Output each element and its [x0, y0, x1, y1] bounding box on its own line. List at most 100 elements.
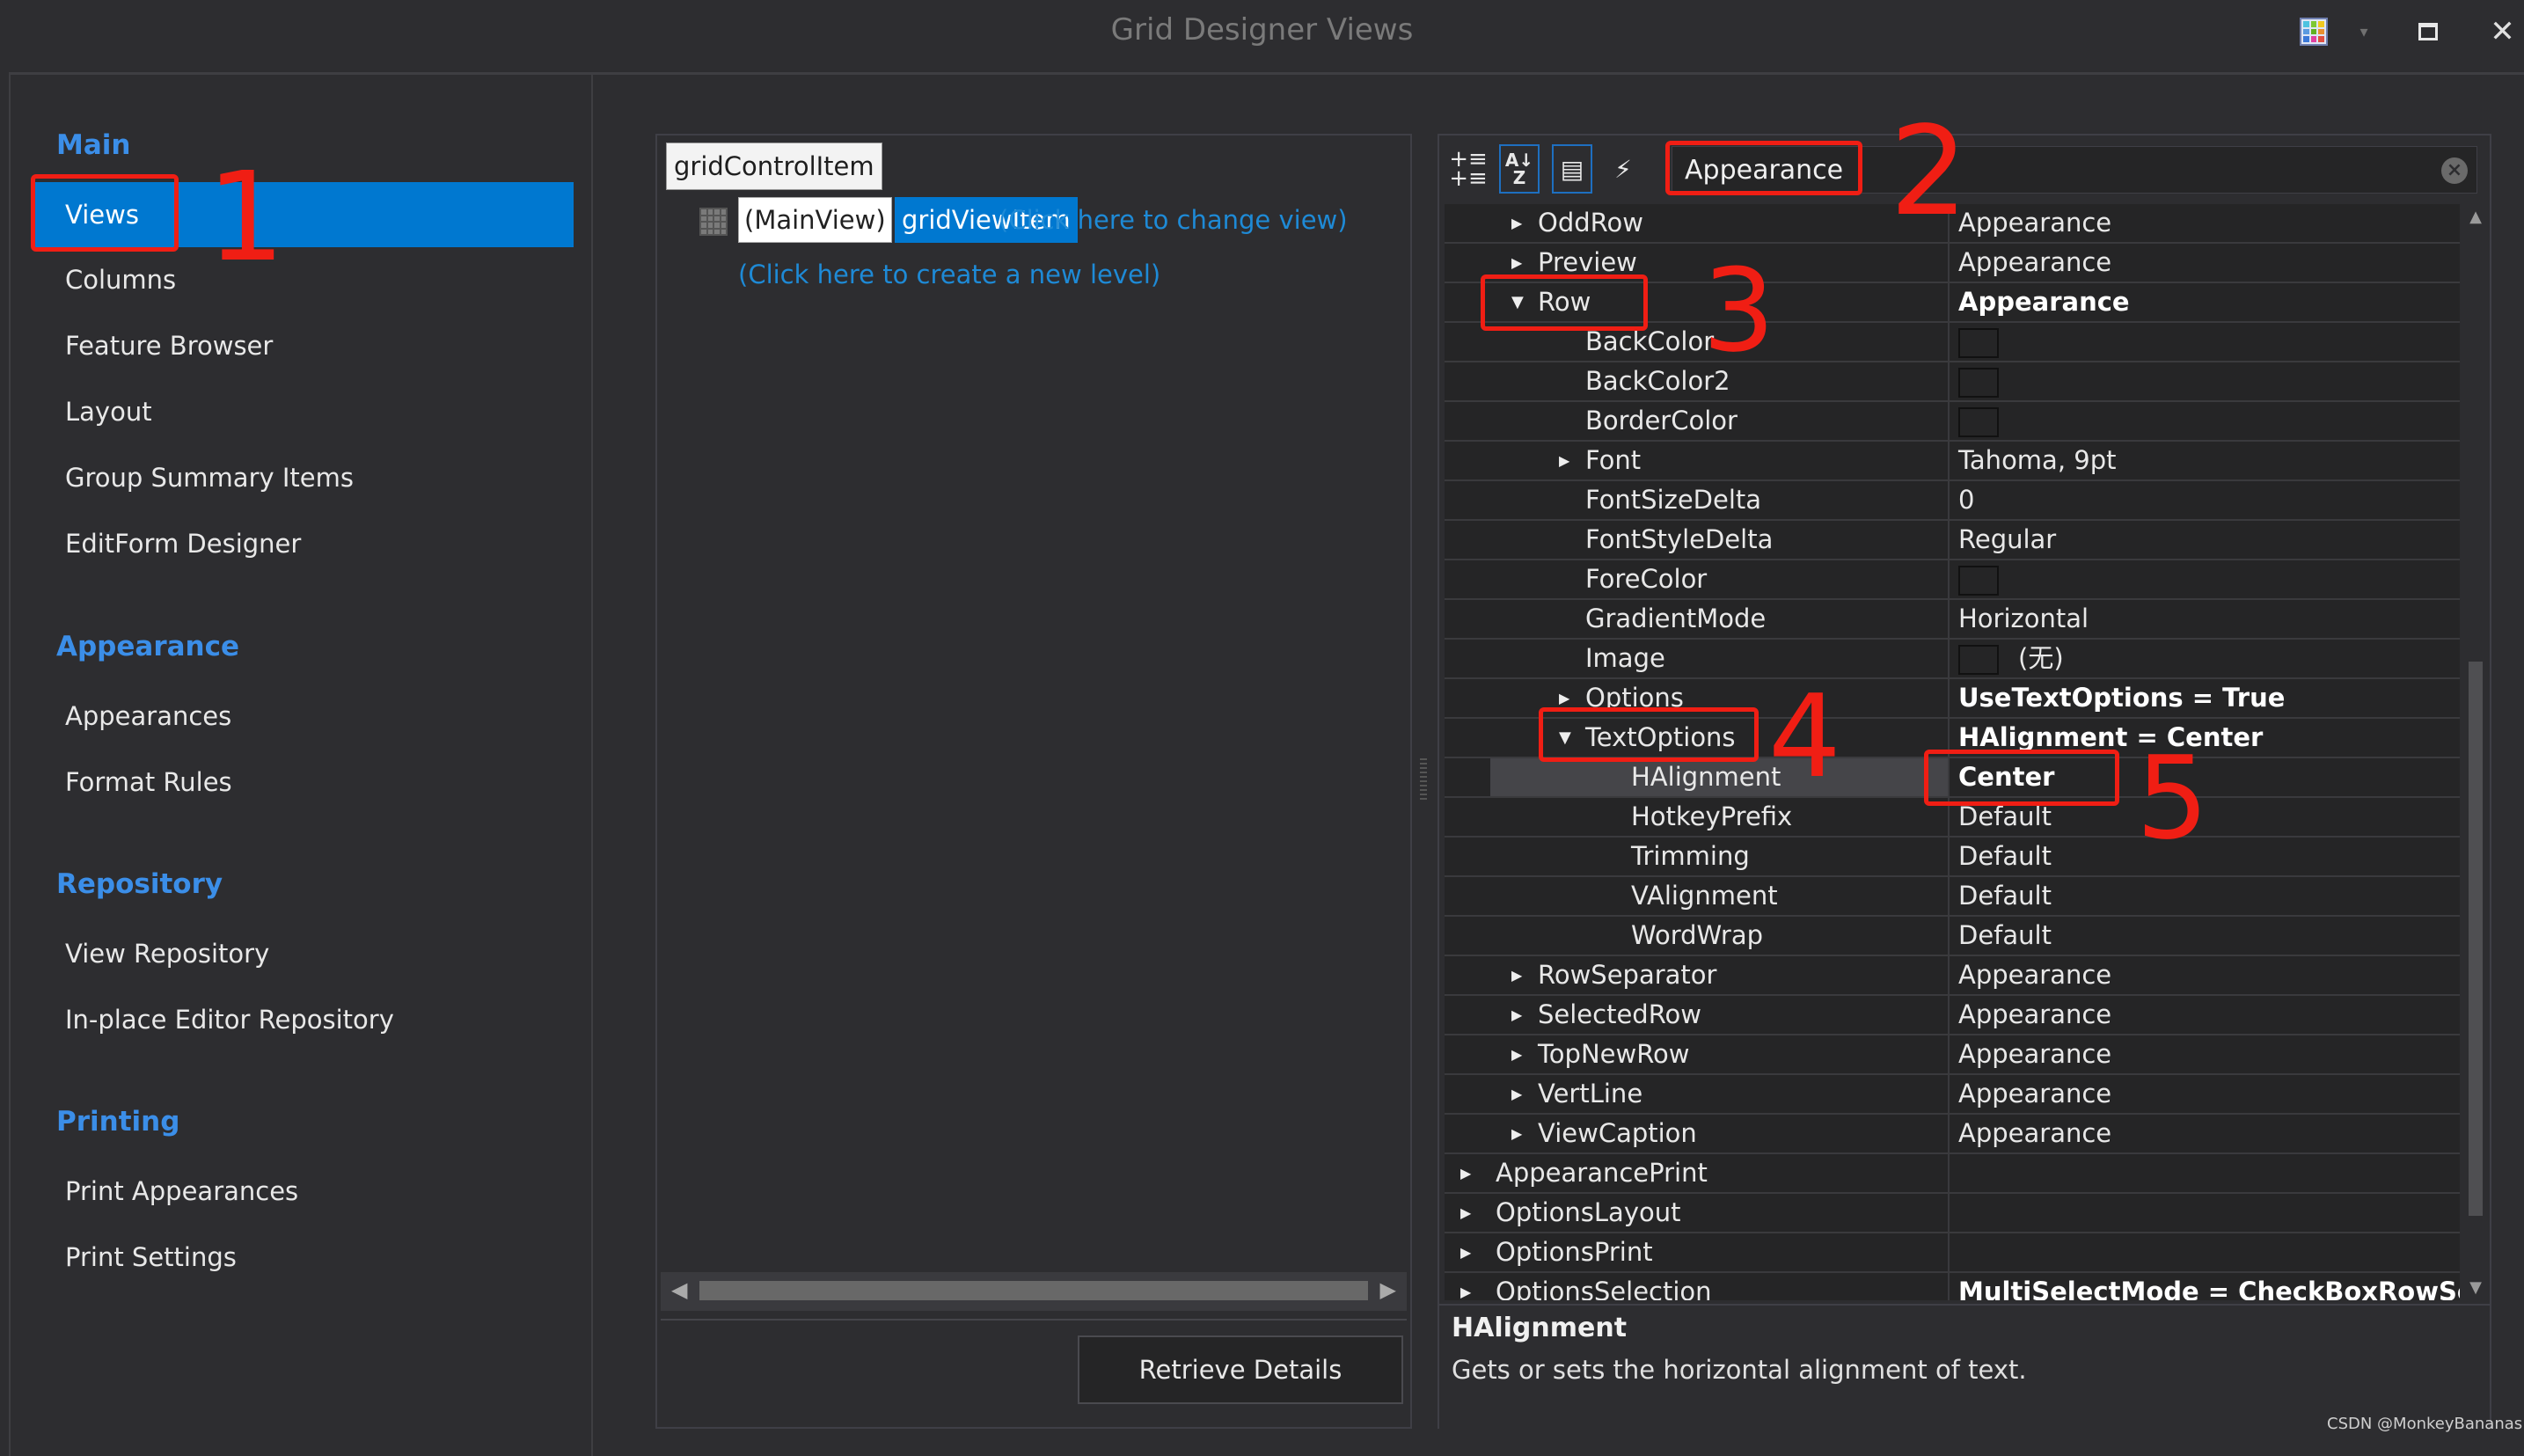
property-row[interactable]: BackColor2	[1445, 362, 2460, 402]
property-row[interactable]: WordWrap Default	[1445, 917, 2460, 956]
vertical-scrollbar[interactable]: ▲ ▼	[2467, 204, 2484, 1300]
property-row[interactable]: ▶ Options UseTextOptions = True	[1445, 679, 2460, 719]
property-row[interactable]: ▶ OptionsLayout	[1445, 1194, 2460, 1233]
sidebar-item-editform-designer[interactable]: EditForm Designer	[35, 511, 574, 576]
main-view-label[interactable]: (MainView)	[738, 197, 892, 243]
property-value[interactable]: UseTextOptions = True	[1951, 679, 2460, 717]
property-value[interactable]: Default	[1951, 798, 2460, 836]
property-value[interactable]	[1951, 1233, 2460, 1271]
property-name[interactable]: ▼ TextOptions	[1490, 719, 1950, 757]
change-view-link[interactable]: (Click here to change view)	[999, 197, 1348, 243]
property-name[interactable]: ▶ Options	[1490, 679, 1950, 717]
property-value[interactable]	[1951, 362, 2460, 400]
categorized-button[interactable]: +≡ +≡	[1448, 144, 1489, 194]
grid-control-item[interactable]: gridControlItem	[666, 143, 882, 190]
property-name[interactable]: ForeColor	[1490, 560, 1950, 598]
property-row[interactable]: ▶ OptionsPrint	[1445, 1233, 2460, 1273]
property-name[interactable]: BackColor2	[1490, 362, 1950, 400]
property-row[interactable]: BorderColor	[1445, 402, 2460, 442]
expanded-arrow-icon[interactable]: ▼	[1511, 283, 1529, 321]
property-search-box[interactable]: ×	[1672, 146, 2477, 194]
property-name[interactable]: Trimming	[1490, 838, 1950, 875]
close-button[interactable]: ✕	[2481, 14, 2524, 49]
property-value[interactable]: Default	[1951, 877, 2460, 915]
property-row[interactable]: ▼ Row Appearance	[1445, 283, 2460, 323]
property-value[interactable]: (无)	[1951, 640, 2460, 677]
property-value[interactable]: Appearance	[1951, 1115, 2460, 1152]
property-value[interactable]	[1951, 1154, 2460, 1192]
collapsed-arrow-icon[interactable]: ▶	[1511, 1075, 1529, 1113]
alphabetical-button[interactable]: A↓ Z	[1499, 144, 1540, 194]
property-name[interactable]: GradientMode	[1490, 600, 1950, 638]
splitter-handle[interactable]	[1420, 758, 1427, 801]
sidebar-item-appearances[interactable]: Appearances	[35, 684, 574, 749]
palette-dropdown-icon[interactable]: ▾	[2351, 14, 2377, 49]
property-name[interactable]: FontSizeDelta	[1490, 481, 1950, 519]
scrollbar-thumb[interactable]	[699, 1281, 1368, 1300]
property-value[interactable]: Appearance	[1951, 1075, 2460, 1113]
skin-palette-button[interactable]	[2298, 14, 2330, 49]
property-name[interactable]: ▶ OddRow	[1490, 204, 1950, 242]
property-row[interactable]: BackColor	[1445, 323, 2460, 362]
property-name[interactable]: ▶ OptionsLayout	[1445, 1194, 1950, 1232]
property-value[interactable]: Horizontal	[1951, 600, 2460, 638]
property-value[interactable]: Appearance	[1951, 956, 2460, 994]
property-pages-button[interactable]: ▤	[1552, 144, 1592, 194]
property-search-input[interactable]	[1683, 147, 2373, 194]
collapsed-arrow-icon[interactable]: ▶	[1460, 1233, 1478, 1271]
sidebar-item-layout[interactable]: Layout	[35, 379, 574, 444]
property-value[interactable]	[1951, 560, 2460, 598]
sidebar-item-feature-browser[interactable]: Feature Browser	[35, 313, 574, 378]
collapsed-arrow-icon[interactable]: ▶	[1511, 956, 1529, 994]
sidebar-item-group-summary-items[interactable]: Group Summary Items	[35, 445, 574, 510]
property-row[interactable]: ▶ SelectedRow Appearance	[1445, 996, 2460, 1035]
property-name[interactable]: ▶ TopNewRow	[1490, 1035, 1950, 1073]
property-value[interactable]	[1951, 1194, 2460, 1232]
property-row[interactable]: Image (无)	[1445, 640, 2460, 679]
collapsed-arrow-icon[interactable]: ▶	[1460, 1194, 1478, 1232]
property-row[interactable]: FontSizeDelta 0	[1445, 481, 2460, 521]
property-name[interactable]: ▶ Preview	[1490, 244, 1950, 282]
maximize-button[interactable]	[2411, 14, 2446, 49]
property-value[interactable]	[1951, 402, 2460, 440]
collapsed-arrow-icon[interactable]: ▶	[1559, 442, 1577, 479]
property-name[interactable]: ▶ RowSeparator	[1490, 956, 1950, 994]
collapsed-arrow-icon[interactable]: ▶	[1511, 996, 1529, 1034]
scroll-left-icon[interactable]: ◀	[671, 1277, 687, 1302]
property-name[interactable]: HAlignment	[1490, 758, 1950, 796]
property-name[interactable]: ▼ Row	[1490, 283, 1950, 321]
property-value[interactable]: HAlignment = Center	[1951, 719, 2460, 757]
collapsed-arrow-icon[interactable]: ▶	[1559, 679, 1577, 717]
property-row[interactable]: ▶ Font Tahoma, 9pt	[1445, 442, 2460, 481]
property-row[interactable]: FontStyleDelta Regular	[1445, 521, 2460, 560]
property-name[interactable]: ▶ ViewCaption	[1490, 1115, 1950, 1152]
sidebar-item-format-rules[interactable]: Format Rules	[35, 750, 574, 815]
property-row[interactable]: HotkeyPrefix Default	[1445, 798, 2460, 838]
property-value[interactable]: Default	[1951, 838, 2460, 875]
property-name[interactable]: FontStyleDelta	[1490, 521, 1950, 559]
property-name[interactable]: ▶ OptionsPrint	[1445, 1233, 1950, 1271]
sidebar-item-print-appearances[interactable]: Print Appearances	[35, 1159, 574, 1224]
property-value[interactable]: MultiSelectMode = CheckBoxRowSelect	[1951, 1273, 2460, 1300]
property-name[interactable]: Image	[1490, 640, 1950, 677]
property-row[interactable]: ▶ AppearancePrint	[1445, 1154, 2460, 1194]
property-name[interactable]: VAlignment	[1490, 877, 1950, 915]
property-row[interactable]: ▶ Preview Appearance	[1445, 244, 2460, 283]
horizontal-scrollbar[interactable]: ◀ ▶	[661, 1272, 1407, 1311]
property-value[interactable]: Center	[1951, 758, 2460, 796]
sidebar-item-view-repository[interactable]: View Repository	[35, 921, 574, 986]
events-button[interactable]: ⚡	[1603, 144, 1643, 194]
collapsed-arrow-icon[interactable]: ▶	[1460, 1154, 1478, 1192]
property-row[interactable]: ForeColor	[1445, 560, 2460, 600]
property-row[interactable]: ▶ VertLine Appearance	[1445, 1075, 2460, 1115]
property-name[interactable]: HotkeyPrefix	[1490, 798, 1950, 836]
property-value[interactable]: Appearance	[1951, 244, 2460, 282]
collapsed-arrow-icon[interactable]: ▶	[1460, 1273, 1478, 1300]
collapsed-arrow-icon[interactable]: ▶	[1511, 204, 1529, 242]
sidebar-item-views[interactable]: Views	[35, 182, 574, 247]
property-row[interactable]: ▶ OptionsSelection MultiSelectMode = Check…	[1445, 1273, 2460, 1300]
property-value[interactable]: Default	[1951, 917, 2460, 955]
property-row[interactable]: ▶ OddRow Appearance	[1445, 204, 2460, 244]
sidebar-item-inplace-editor-repository[interactable]: In-place Editor Repository	[35, 987, 574, 1052]
collapsed-arrow-icon[interactable]: ▶	[1511, 1115, 1529, 1152]
